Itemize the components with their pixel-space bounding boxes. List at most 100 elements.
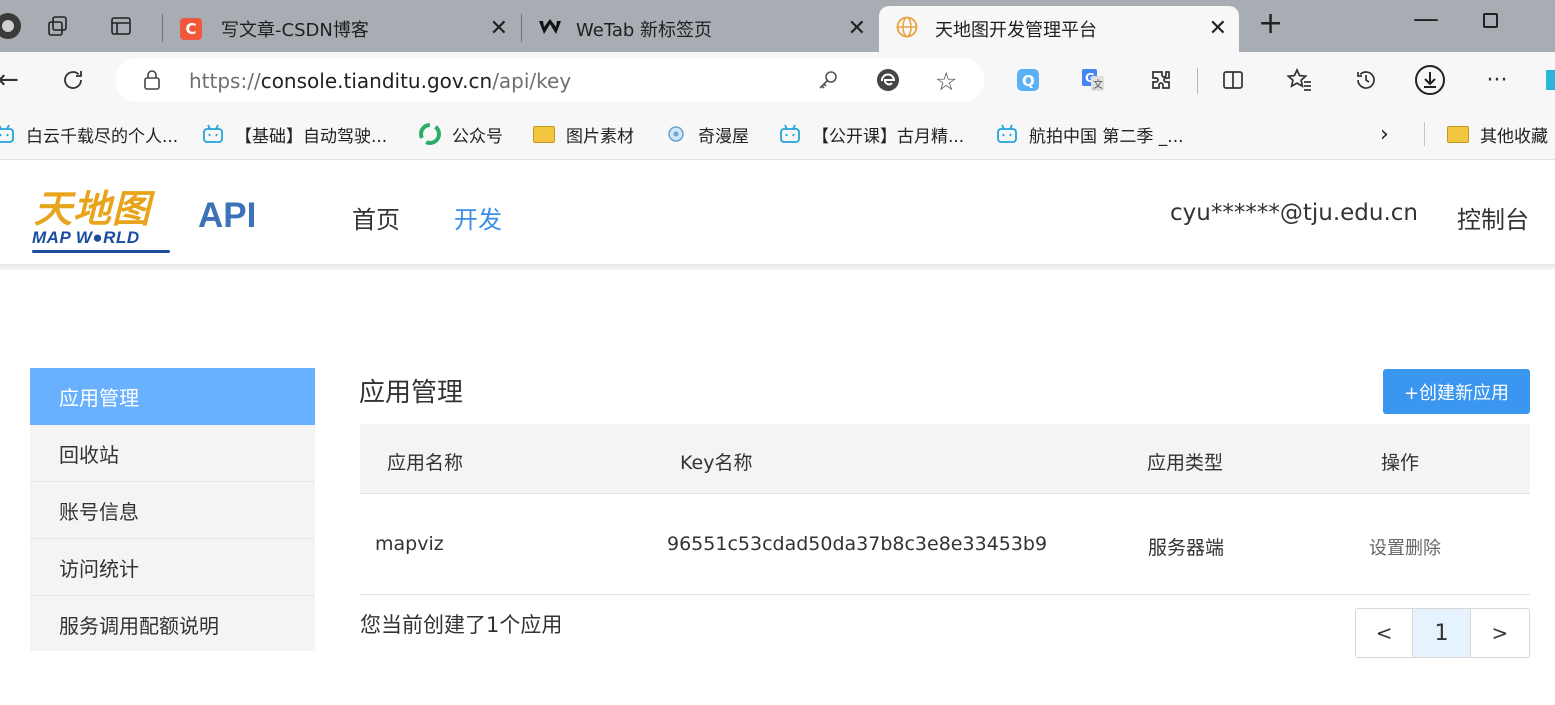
bookmark-label: 白云千载尽的个人... [26,126,179,147]
logo-cn-text: 天地图 [34,186,152,231]
bilibili-icon [995,122,1019,146]
wetab-logo-icon [538,18,562,40]
delete-link[interactable]: 删除 [1405,538,1441,559]
favorite-star-icon[interactable]: ☆ [935,67,957,96]
logo-underline [32,250,170,253]
header-divider [0,264,1555,270]
bookmark-label: 航拍中国 第二季 _... [1029,126,1184,147]
copilot-icon[interactable] [1538,64,1555,96]
profile-avatar-icon[interactable] [0,12,22,40]
create-app-button[interactable]: +创建新应用 [1383,369,1530,414]
url-text[interactable]: https://console.tianditu.gov.cn/api/key [189,69,571,93]
bilibili-icon [201,122,225,146]
site-icon [664,122,688,146]
bookmark-item[interactable]: 航拍中国 第二季 _... [995,120,1184,148]
downloads-icon[interactable] [1414,64,1446,96]
new-tab-icon[interactable]: + [1258,6,1283,41]
address-bar-row: ← https://console.tianditu.gov.cn/api/ke… [0,52,1555,108]
app-key-cell: 96551c53cdad50da37b8c3e8e33453b9 [667,533,1048,555]
bookmark-item[interactable]: 公众号 [418,120,503,148]
sidebar-item-label: 服务调用配额说明 [59,614,219,638]
bookmark-label: 【基础】自动驾驶... [235,126,388,147]
folder-icon [1446,122,1470,146]
close-icon[interactable]: ✕ [848,18,866,40]
nav-home[interactable]: 首页 [352,200,400,235]
user-account[interactable]: cyu******@tju.edu.cn [1170,200,1418,226]
logo-en-text: MAP W●RLD [32,228,140,247]
chevron-right-icon[interactable]: › [1380,120,1389,148]
close-icon[interactable]: ✕ [1209,18,1227,40]
bookmark-item[interactable]: 【基础】自动驾驶... [201,120,387,148]
sidebar-item-account-info[interactable]: 账号信息 [30,482,315,539]
svg-text:文: 文 [1093,78,1103,91]
tab-title: 天地图开发管理平台 [935,20,1097,41]
page-number-current[interactable]: 1 [1413,609,1471,657]
refresh-icon[interactable] [57,64,89,96]
tab-separator [521,14,522,42]
api-label: API [198,196,257,235]
split-screen-icon[interactable] [1217,64,1249,96]
sidebar-item-quota-info[interactable]: 服务调用配额说明 [30,596,315,653]
csdn-favicon-icon: C [180,18,202,40]
app-count-summary: 您当前创建了1个应用 [360,613,563,637]
bookmark-label: 奇漫屋 [698,126,749,147]
close-icon[interactable]: ✕ [490,18,508,40]
app-type-cell: 服务器端 [1148,537,1225,559]
tianditu-logo[interactable]: 天地图 MAP W●RLD [32,178,172,254]
table-row: mapviz 96551c53cdad50da37b8c3e8e33453b9 … [360,495,1530,595]
more-menu-icon[interactable]: ··· [1481,64,1513,96]
next-page-button[interactable]: > [1471,609,1529,657]
bookmark-label: 【公开课】古月精... [812,126,965,147]
url-bar[interactable]: https://console.tianditu.gov.cn/api/key … [115,58,985,102]
tab-separator [162,14,163,42]
settings-link[interactable]: 设置 [1369,538,1405,559]
bookmark-item[interactable]: 白云千载尽的个人... [0,120,178,148]
bookmark-label: 其他收藏 [1480,126,1548,147]
favorites-icon[interactable] [1283,64,1315,96]
bookmark-item[interactable]: 奇漫屋 [664,120,749,148]
edge-immersive-icon[interactable] [875,67,901,97]
tab-title: 写文章-CSDN博客 [221,20,369,41]
sidebar-item-access-stats[interactable]: 访问统计 [30,539,315,596]
browser-tab-bar: C 写文章-CSDN博客 ✕ WeTab 新标签页 ✕ 天地图开发管理平台 ✕ … [0,0,1555,52]
table-header: 应用名称 Key名称 应用类型 操作 [360,424,1530,494]
lock-icon[interactable] [143,70,161,94]
nav-console[interactable]: 控制台 [1457,200,1529,235]
sidebar-item-recycle-bin[interactable]: 回收站 [30,425,315,482]
sidebar-item-app-management[interactable]: 应用管理 [30,368,315,425]
sidebar-item-label: 账号信息 [59,499,139,524]
tab-title: WeTab 新标签页 [576,20,713,41]
tab-actions-icon[interactable] [107,12,135,40]
bilibili-icon [0,122,16,146]
tab-csdn[interactable]: C 写文章-CSDN博客 ✕ [165,6,520,52]
workspaces-icon[interactable] [44,12,72,40]
tab-tianditu-active[interactable]: 天地图开发管理平台 ✕ [879,6,1239,52]
bookmarks-bar: 白云千载尽的个人... 【基础】自动驾驶... 公众号 图片素材 奇漫屋 【公开… [0,108,1555,160]
column-header-actions: 操作 [1381,452,1420,474]
bilibili-icon [778,122,802,146]
maximize-icon[interactable] [1483,13,1498,28]
password-key-icon[interactable] [817,69,839,95]
bookmark-label: 图片素材 [566,126,634,147]
bookmark-item[interactable]: 【公开课】古月精... [778,120,964,148]
page-title: 应用管理 [359,378,464,408]
minimize-icon[interactable]: — [1413,4,1439,34]
google-translate-icon[interactable]: G文 [1077,64,1109,96]
column-header-key: Key名称 [680,452,753,474]
folder-icon [532,122,556,146]
extensions-icon[interactable] [1145,64,1177,96]
bookmarks-divider [1424,122,1425,146]
sidebar-item-label: 应用管理 [59,386,139,410]
globe-favicon-icon [896,16,918,42]
back-icon[interactable]: ← [0,64,24,96]
nav-develop[interactable]: 开发 [454,200,502,235]
bookmark-item[interactable]: 图片素材 [532,120,634,148]
app-name-cell: mapviz [375,533,444,555]
prev-page-button[interactable]: < [1356,609,1414,657]
bookmark-item[interactable]: 其他收藏 [1446,120,1548,148]
translate-ext-icon[interactable]: Q [1012,64,1044,96]
column-header-app-type: 应用类型 [1147,452,1224,474]
history-icon[interactable] [1350,64,1382,96]
site-header: 天地图 MAP W●RLD API 首页 开发 cyu******@tju.ed… [0,160,1555,264]
tab-wetab[interactable]: WeTab 新标签页 ✕ [524,6,878,52]
